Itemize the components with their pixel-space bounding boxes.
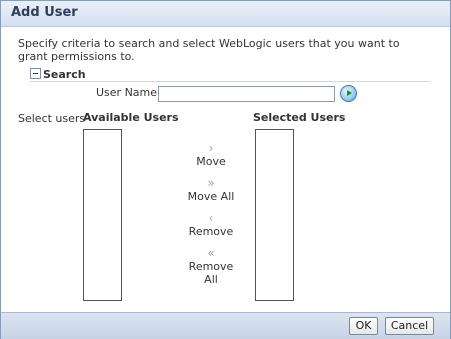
search-section-label: Search [43,68,86,81]
go-arrow-icon[interactable] [340,85,357,102]
remove-all-label: Remove All [188,260,234,286]
available-users-header: Available Users [83,111,179,124]
remove-button[interactable]: ‹ Remove [181,211,241,238]
move-all-label: Move All [187,190,235,203]
dialog-footer [1,312,450,339]
selected-users-list[interactable] [255,129,294,301]
ok-button[interactable]: OK [349,317,378,335]
add-user-dialog: Add User Specify criteria to search and … [0,0,451,339]
dialog-title: Add User [11,5,78,20]
select-users-label: Select users [18,112,86,125]
cancel-button[interactable]: Cancel [385,317,434,335]
move-button[interactable]: › Move [181,141,241,168]
chevron-right-icon: › [208,141,214,155]
selected-users-header: Selected Users [253,111,346,124]
remove-all-button[interactable]: « Remove All [181,246,241,286]
move-label: Move [196,155,226,168]
chevron-left-icon: ‹ [208,211,214,225]
available-users-list[interactable] [83,129,122,301]
move-all-button[interactable]: » Move All [181,176,241,203]
collapse-icon[interactable] [30,68,41,79]
user-name-input[interactable] [158,86,335,102]
user-name-label: User Name [96,86,158,99]
search-divider [30,81,431,82]
search-section-toggle[interactable]: Search [30,68,86,81]
dialog-titlebar: Add User [1,1,450,27]
double-chevron-right-icon: » [207,176,215,190]
dialog-description: Specify criteria to search and select We… [18,37,400,63]
remove-label: Remove [188,225,234,238]
double-chevron-left-icon: « [207,246,215,260]
